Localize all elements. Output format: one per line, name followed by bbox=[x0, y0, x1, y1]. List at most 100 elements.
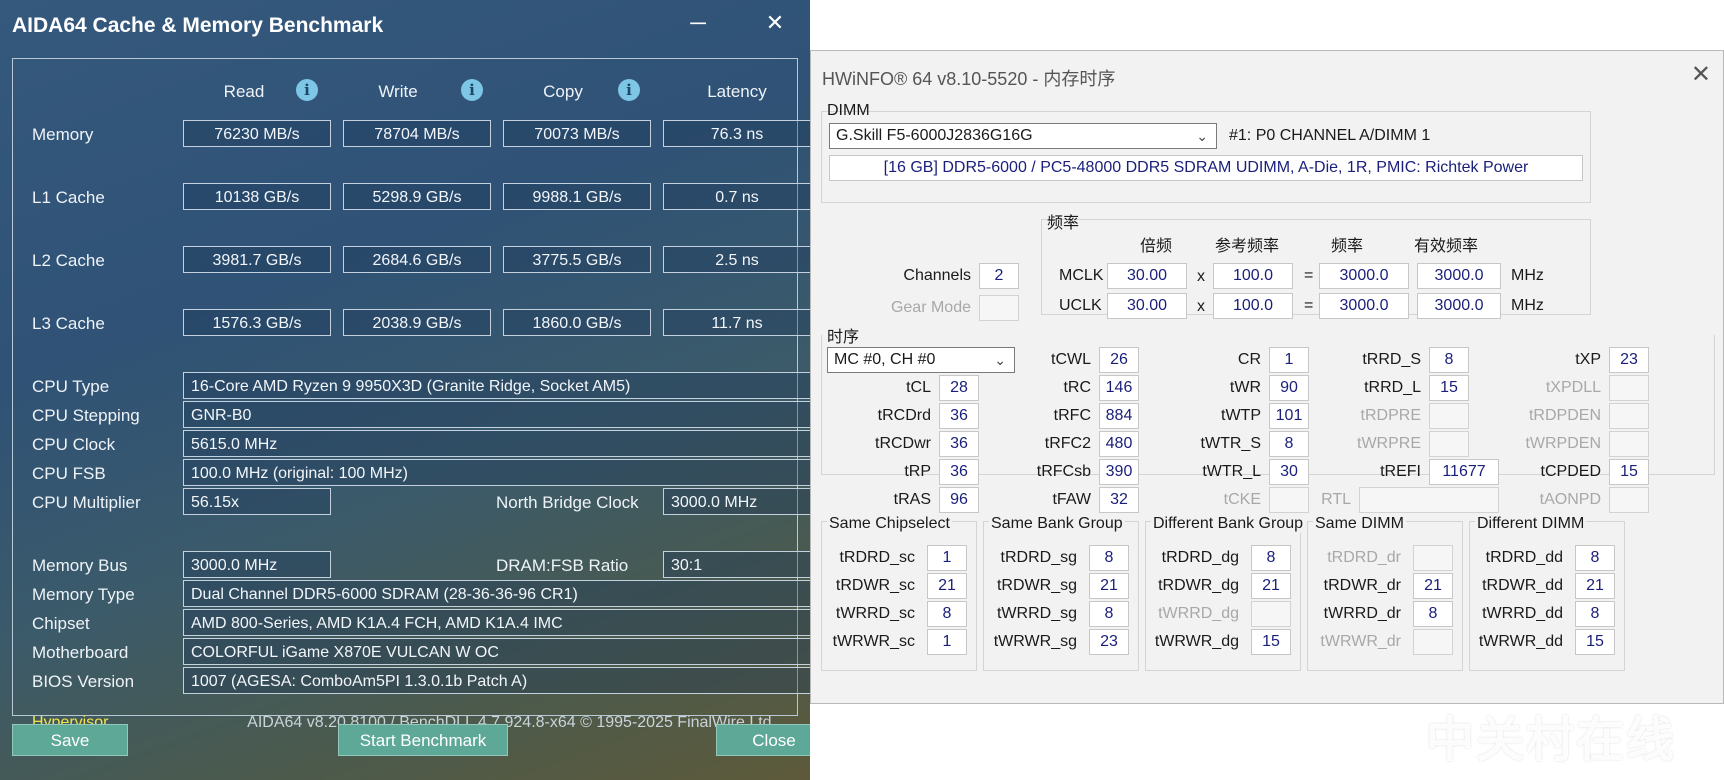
subgroup-timing-value: 1 bbox=[927, 629, 967, 655]
label-tWTR_S: tWTR_S bbox=[1200, 435, 1261, 452]
label-tREFI: tREFI bbox=[1380, 463, 1421, 480]
label-tWR: tWR bbox=[1229, 379, 1261, 396]
memory-write: 78704 MB/s bbox=[343, 120, 491, 147]
label-tWTR_L: tWTR_L bbox=[1202, 463, 1261, 480]
subgroup-timing-label: tRDWR_dg bbox=[1158, 577, 1239, 594]
close-icon[interactable]: ✕ bbox=[760, 10, 790, 36]
label-tCPDED: tCPDED bbox=[1540, 463, 1601, 480]
gear-mode-value bbox=[979, 295, 1019, 321]
label-tRP: tRP bbox=[904, 463, 931, 480]
freq-header-multiplier: 倍频 bbox=[1139, 238, 1172, 255]
value-tRFCsb: 390 bbox=[1099, 459, 1139, 485]
l1-latency: 0.7 ns bbox=[663, 183, 810, 210]
l1-write: 5298.9 GB/s bbox=[343, 183, 491, 210]
subgroup-title: Different Bank Group bbox=[1151, 515, 1306, 533]
info-icon[interactable]: i bbox=[618, 79, 640, 101]
info-icon[interactable]: i bbox=[461, 79, 483, 101]
times-symbol: x bbox=[1197, 298, 1205, 315]
times-symbol: x bbox=[1197, 268, 1205, 285]
subgroup-timing-label: tWRRD_sg bbox=[996, 605, 1077, 622]
uclk-label: UCLK bbox=[1059, 297, 1102, 314]
mc-select[interactable]: MC #0, CH #0 ⌄ bbox=[827, 347, 1015, 373]
memory-bus-value: 3000.0 MHz bbox=[183, 551, 331, 578]
col-write: Write bbox=[378, 82, 418, 101]
label-tFAW: tFAW bbox=[1052, 491, 1091, 508]
nb-clock-value: 3000.0 MHz bbox=[663, 488, 810, 515]
cpu-multiplier-label: CPU Multiplier bbox=[32, 493, 141, 512]
label-tXPDLL: tXPDLL bbox=[1545, 379, 1601, 396]
window-title: AIDA64 Cache & Memory Benchmark bbox=[12, 14, 384, 37]
freq-header-ref: 参考频率 bbox=[1214, 238, 1279, 255]
value-tRFC: 884 bbox=[1099, 403, 1139, 429]
cpu-type-value: 16-Core AMD Ryzen 9 9950X3D (Granite Rid… bbox=[183, 372, 810, 399]
l3-read: 1576.3 GB/s bbox=[183, 309, 331, 336]
cpu-clock-label: CPU Clock bbox=[32, 435, 116, 454]
value-tRDPRE bbox=[1429, 403, 1469, 429]
cpu-fsb-label: CPU FSB bbox=[32, 464, 106, 483]
value-tRP: 36 bbox=[939, 459, 979, 485]
save-button[interactable]: Save bbox=[12, 724, 128, 756]
uclk-multiplier: 30.00 bbox=[1107, 293, 1187, 319]
row-label-l3: L3 Cache bbox=[32, 314, 105, 333]
value-CR: 1 bbox=[1269, 347, 1309, 373]
minimize-icon[interactable]: ─ bbox=[683, 10, 713, 36]
close-icon[interactable]: ✕ bbox=[1691, 60, 1711, 89]
value-tREFI: 11677 bbox=[1429, 459, 1499, 485]
value-tWTR_L: 30 bbox=[1269, 459, 1309, 485]
subgroup-timing-label: tRDWR_dr bbox=[1323, 577, 1401, 594]
cpu-type-label: CPU Type bbox=[32, 377, 110, 396]
dimm-select[interactable]: G.Skill F5-6000J2836G16G ⌄ bbox=[829, 123, 1217, 149]
label-tRC: tRC bbox=[1063, 379, 1091, 396]
subgroup-timing-value: 1 bbox=[927, 545, 967, 571]
mc-select-value: MC #0, CH #0 bbox=[834, 351, 936, 368]
close-button[interactable]: Close bbox=[716, 724, 810, 756]
value-tCWL: 26 bbox=[1099, 347, 1139, 373]
subgroup-timing-label: tRDWR_sg bbox=[996, 577, 1077, 594]
label-tRCDrd: tRCDrd bbox=[877, 407, 931, 424]
equals-symbol: = bbox=[1304, 267, 1314, 284]
subgroup-timing-value: 21 bbox=[1575, 573, 1615, 599]
start-benchmark-button[interactable]: Start Benchmark bbox=[338, 724, 508, 756]
subgroup-timing-value: 15 bbox=[1575, 629, 1615, 655]
subgroup-timing-value: 8 bbox=[1575, 545, 1615, 571]
mhz-unit: MHz bbox=[1511, 297, 1544, 314]
dimm-select-value: G.Skill F5-6000J2836G16G bbox=[836, 127, 1033, 144]
col-latency: Latency bbox=[707, 82, 767, 101]
value-tCL: 28 bbox=[939, 375, 979, 401]
memory-type-value: Dual Channel DDR5-6000 SDRAM (28-36-36-9… bbox=[183, 580, 810, 607]
label-tRRD_S: tRRD_S bbox=[1362, 351, 1421, 368]
value-tRDPDEN bbox=[1609, 403, 1649, 429]
value-RTL bbox=[1359, 487, 1499, 513]
dimm-description: [16 GB] DDR5-6000 / PC5-48000 DDR5 SDRAM… bbox=[829, 155, 1583, 181]
label-tRFC: tRFC bbox=[1053, 407, 1091, 424]
l3-copy: 1860.0 GB/s bbox=[503, 309, 651, 336]
l1-copy: 9988.1 GB/s bbox=[503, 183, 651, 210]
label-tRAS: tRAS bbox=[893, 491, 931, 508]
channels-value: 2 bbox=[979, 263, 1019, 289]
value-tXP: 23 bbox=[1609, 347, 1649, 373]
subgroup-timing-label: tWRRD_sc bbox=[835, 605, 915, 622]
channels-label: Channels bbox=[903, 267, 971, 284]
subgroup-timing-label: tRDRD_dd bbox=[1485, 549, 1563, 566]
subgroup-timing-value: 21 bbox=[1089, 573, 1129, 599]
subgroup-timing-value: 21 bbox=[1413, 573, 1453, 599]
l2-copy: 3775.5 GB/s bbox=[503, 246, 651, 273]
label-tCWL: tCWL bbox=[1051, 351, 1091, 368]
value-tRAS: 96 bbox=[939, 487, 979, 513]
motherboard-label: Motherboard bbox=[32, 643, 129, 662]
row-label-l1: L1 Cache bbox=[32, 188, 105, 207]
mhz-unit: MHz bbox=[1511, 267, 1544, 284]
subgroup-timing-label: tWRWR_sg bbox=[993, 633, 1077, 650]
info-icon[interactable]: i bbox=[296, 79, 318, 101]
label-RTL: RTL bbox=[1321, 491, 1351, 508]
l2-write: 2684.6 GB/s bbox=[343, 246, 491, 273]
subgroup-title: Same DIMM bbox=[1313, 515, 1406, 533]
hwinfo-window: HWiNFO® 64 v8.10-5520 - 内存时序 ✕ DIMM G.Sk… bbox=[810, 50, 1724, 704]
watermark: 中关村在线 bbox=[1366, 700, 1706, 767]
window-title: HWiNFO® 64 v8.10-5520 - 内存时序 bbox=[822, 69, 1116, 89]
subgroup-timing-value: 21 bbox=[1251, 573, 1291, 599]
l3-latency: 11.7 ns bbox=[663, 309, 810, 336]
value-tRFC2: 480 bbox=[1099, 431, 1139, 457]
subgroup-timing-value bbox=[1413, 629, 1453, 655]
subgroup-timing-label: tWRWR_dg bbox=[1154, 633, 1239, 650]
